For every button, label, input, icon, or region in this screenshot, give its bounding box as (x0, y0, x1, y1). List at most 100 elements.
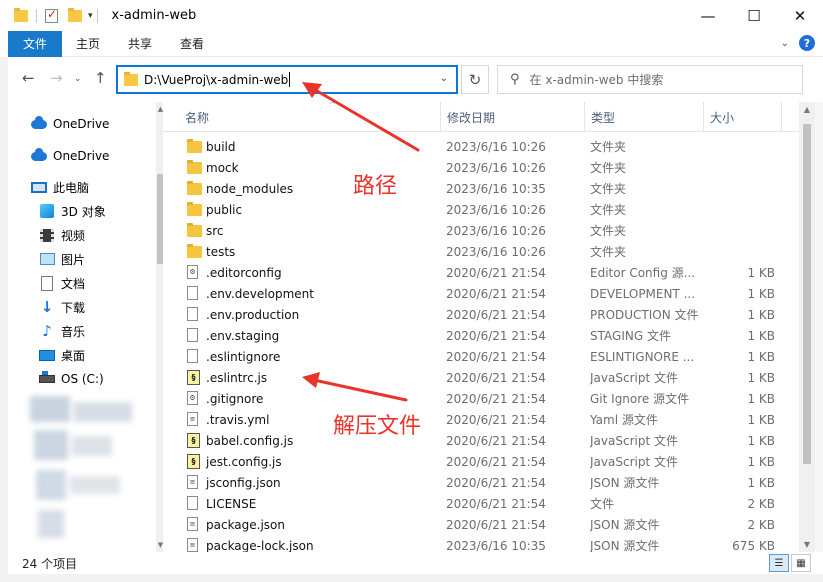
table-row[interactable]: ⚙ .editorconfig 2020/6/21 21:54 Editor Conf… (163, 262, 799, 283)
tab-file[interactable]: 文件 (8, 30, 63, 57)
file-size: 1 KB (747, 412, 775, 427)
new-folder-icon[interactable] (68, 7, 82, 22)
file-size: 1 KB (747, 307, 775, 322)
maximize-button[interactable]: ☐ (731, 0, 777, 31)
address-bar[interactable]: D:\VueProj\x-admin-web ⌄ (116, 65, 458, 94)
back-arrow-icon[interactable]: ← (22, 69, 35, 87)
table-row[interactable]: ≡ package.json 2020/6/21 21:54 JSON 源文件 2 KB (163, 514, 799, 535)
sidebar-item-onedrive-2[interactable]: OneDrive (30, 144, 163, 168)
tab-share[interactable]: 共享 (114, 31, 166, 57)
properties-icon[interactable] (45, 7, 58, 23)
text-caret (289, 72, 291, 87)
file-type: 文件夹 (590, 203, 627, 217)
file-list-scrollbar[interactable]: ▲ ▼ (799, 102, 815, 552)
file-name: .env.production (185, 304, 435, 325)
title-bar: ▾ x-admin-web — ☐ ✕ (8, 0, 823, 31)
table-row[interactable]: ≡ package-lock.json 2023/6/16 10:35 JSON 源文… (163, 535, 799, 552)
table-row[interactable]: ≡ jsconfig.json 2020/6/21 21:54 JSON 源文件 1 K… (163, 472, 799, 493)
scroll-down-arrow-icon[interactable]: ▼ (799, 540, 815, 549)
navigation-pane-scrollbar[interactable]: ▲ ▼ (156, 102, 163, 552)
table-row[interactable]: .env.production 2020/6/21 21:54 PRODUCTION… (163, 304, 799, 325)
file-name-text: .editorconfig (206, 265, 282, 280)
folder-icon (14, 7, 28, 22)
address-dropdown-icon[interactable]: ⌄ (440, 73, 448, 84)
table-row[interactable]: .env.staging 2020/6/21 21:54 STAGING 文件 1 K… (163, 325, 799, 346)
title-divider (96, 8, 98, 23)
table-row[interactable]: ⚙ .gitignore 2020/6/21 21:54 Git Ignore 源文件… (163, 388, 799, 409)
column-header-date[interactable]: 修改日期 (441, 102, 585, 132)
table-row[interactable]: tests 2023/6/16 10:26 文件夹 (163, 241, 799, 262)
scroll-down-arrow-icon[interactable]: ▼ (156, 541, 163, 549)
sidebar-item-documents[interactable]: 文档 (38, 271, 163, 295)
tab-home[interactable]: 主页 (62, 31, 114, 57)
table-row[interactable]: .env.development 2020/6/21 21:54 DEVELOPME… (163, 283, 799, 304)
close-button[interactable]: ✕ (777, 0, 823, 31)
minimize-button[interactable]: — (685, 0, 731, 31)
file-type: JSON 源文件 (590, 518, 660, 532)
file-size: 1 KB (747, 454, 775, 469)
tab-view[interactable]: 查看 (166, 31, 218, 57)
up-arrow-icon[interactable]: ↑ (94, 69, 107, 87)
file-name-text: .gitignore (206, 391, 264, 406)
sidebar-item-downloads[interactable]: ↓ 下载 (38, 295, 163, 319)
sidebar-item-3d-objects[interactable]: 3D 对象 (38, 199, 163, 223)
table-row[interactable]: ≡ .travis.yml 2020/6/21 21:54 Yaml 源文件 1 KB (163, 409, 799, 430)
table-row[interactable]: src 2023/6/16 10:26 文件夹 (163, 220, 799, 241)
table-row[interactable]: § babel.config.js 2020/6/21 21:54 JavaScrip… (163, 430, 799, 451)
modified-date: 2020/6/21 21:54 (446, 517, 546, 532)
column-header-size[interactable]: 大小 (704, 102, 782, 132)
details-view-icon[interactable]: ☰ (769, 554, 789, 572)
forward-arrow-icon[interactable]: → (50, 69, 63, 87)
status-bar: 24 个项目 ☰ ▦ (8, 552, 823, 574)
sidebar-item-os-c[interactable]: OS (C:) (38, 367, 163, 391)
file-size: 1 KB (747, 370, 775, 385)
table-row[interactable]: § jest.config.js 2020/6/21 21:54 JavaScript… (163, 451, 799, 472)
file-name: package-lock.json (185, 535, 435, 553)
sidebar-item-music[interactable]: ♪ 音乐 (38, 319, 163, 343)
help-icon[interactable]: ? (799, 35, 815, 51)
customize-toolbar-dropdown-icon[interactable]: ▾ (88, 11, 93, 21)
column-header-type[interactable]: 类型 (585, 102, 704, 132)
file-size: 2 KB (747, 496, 775, 511)
file-name: build (185, 136, 435, 157)
sidebar-item-pictures[interactable]: 图片 (38, 247, 163, 271)
table-row[interactable]: build 2023/6/16 10:26 文件夹 (163, 136, 799, 157)
table-row[interactable]: .eslintignore 2020/6/21 21:54 ESLINTIGNORE… (163, 346, 799, 367)
scroll-up-arrow-icon[interactable]: ▲ (156, 105, 163, 113)
sidebar-item-videos[interactable]: 视频 (38, 223, 163, 247)
scroll-up-arrow-icon[interactable]: ▲ (799, 105, 815, 114)
table-row[interactable]: public 2023/6/16 10:26 文件夹 (163, 199, 799, 220)
table-row[interactable]: LICENSE 2020/6/21 21:54 文件 2 KB (163, 493, 799, 514)
window-controls: — ☐ ✕ (685, 0, 823, 31)
modified-date: 2023/6/16 10:26 (446, 223, 546, 238)
modified-date: 2020/6/21 21:54 (446, 307, 546, 322)
large-icons-view-icon[interactable]: ▦ (791, 554, 811, 572)
sidebar-item-label: 3D 对象 (61, 204, 106, 219)
expand-ribbon-chevron-icon[interactable]: ⌄ (781, 38, 789, 49)
sidebar-item-desktop[interactable]: 桌面 (38, 343, 163, 367)
refresh-button[interactable]: ↻ (461, 65, 489, 94)
file-size (703, 178, 775, 199)
file-name: jest.config.js (185, 451, 435, 472)
modified-date: 2020/6/21 21:54 (446, 496, 546, 511)
window-title: x-admin-web (111, 8, 197, 23)
modified-date: 2020/6/21 21:54 (446, 412, 546, 427)
sidebar-item-onedrive[interactable]: OneDrive (30, 112, 163, 136)
sidebar-item-this-pc[interactable]: 此电脑 (30, 175, 163, 199)
file-name-text: node_modules (206, 181, 294, 196)
table-row[interactable]: node_modules 2023/6/16 10:35 文件夹 (163, 178, 799, 199)
address-path[interactable]: D:\VueProj\x-admin-web (144, 73, 288, 87)
search-placeholder[interactable]: 在 x-admin-web 中搜索 (530, 71, 664, 88)
scrollbar-thumb[interactable] (803, 124, 811, 464)
file-name: .eslintignore (185, 346, 435, 367)
file-name: public (185, 199, 435, 220)
file-name-text: src (206, 223, 224, 238)
table-row[interactable]: § .eslintrc.js 2020/6/21 21:54 JavaScript 文… (163, 367, 799, 388)
column-header-name[interactable]: 名称 ^ (179, 102, 441, 132)
file-size: 1 KB (747, 475, 775, 490)
file-name: LICENSE (185, 493, 435, 514)
table-row[interactable]: mock 2023/6/16 10:26 文件夹 (163, 157, 799, 178)
search-box[interactable]: ⚲ 在 x-admin-web 中搜索 (497, 65, 803, 94)
modified-date: 2023/6/16 10:26 (446, 160, 546, 175)
recent-locations-chevron-icon[interactable]: ⌄ (74, 74, 82, 84)
